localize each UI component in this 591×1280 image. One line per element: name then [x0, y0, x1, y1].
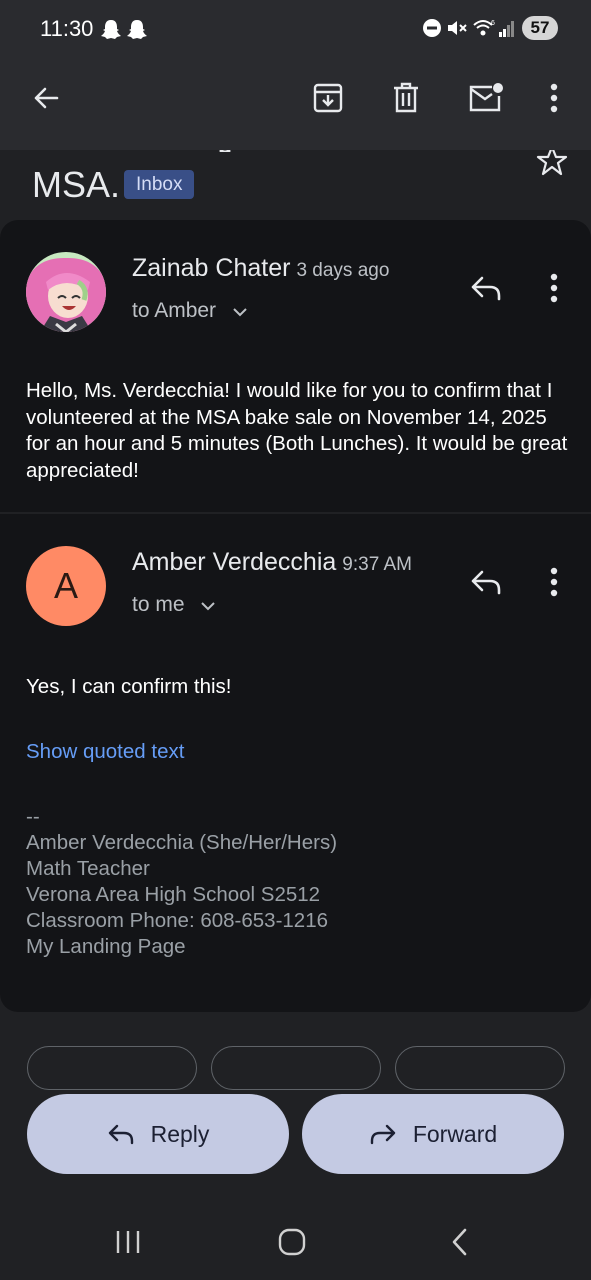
- message-time: 3 days ago: [296, 260, 390, 281]
- inbox-label-chip[interactable]: Inbox: [124, 170, 195, 199]
- message-card-zainab: Zainab Chater 3 days ago to Amber Hello, …: [0, 220, 591, 512]
- reply-icon: [471, 276, 501, 301]
- archive-button[interactable]: [304, 74, 352, 122]
- delete-button[interactable]: [382, 74, 430, 122]
- signature-title: Math Teacher: [26, 857, 150, 880]
- snapchat-icon: [101, 20, 121, 39]
- message-more-button[interactable]: [530, 264, 578, 312]
- more-options-button[interactable]: [530, 74, 578, 122]
- back-button[interactable]: [22, 74, 70, 122]
- sender-line: Zainab Chater 3 days ago: [132, 254, 389, 283]
- back-chevron-icon: [452, 1228, 467, 1256]
- app-bar: [0, 58, 591, 150]
- dnd-icon: [423, 19, 441, 37]
- svg-text:6: 6: [491, 20, 495, 27]
- message-more-button[interactable]: [530, 558, 578, 606]
- battery-indicator: 57: [522, 16, 558, 40]
- recipient-toggle[interactable]: to me: [132, 593, 216, 617]
- signature-name: Amber Verdecchia (She/Her/Hers): [26, 831, 338, 854]
- reply-inline-button[interactable]: [462, 264, 510, 312]
- avatar[interactable]: [26, 252, 106, 332]
- forward-button[interactable]: Forward: [302, 1094, 564, 1174]
- recipient-text: to me: [132, 593, 185, 616]
- more-vert-icon: [550, 567, 558, 597]
- recipient-toggle[interactable]: to Amber: [132, 299, 248, 323]
- status-bar: 11:30 6 57: [0, 0, 591, 58]
- subject-cutoff-text: [219, 150, 231, 152]
- recipient-text: to Amber: [132, 299, 217, 322]
- reply-button[interactable]: Reply: [27, 1094, 289, 1174]
- show-quoted-text-link[interactable]: Show quoted text: [26, 739, 571, 766]
- reply-inline-button[interactable]: [462, 558, 510, 606]
- message-time: 9:37 AM: [342, 554, 412, 575]
- signature-phone: Classroom Phone: 608-653-1216: [26, 909, 328, 932]
- message-card-amber: A Amber Verdecchia 9:37 AM to me Yes, I c…: [0, 514, 591, 1012]
- smart-reply-chip[interactable]: [395, 1046, 565, 1090]
- chevron-down-icon: [201, 602, 216, 611]
- more-vert-icon: [550, 83, 558, 113]
- mark-unread-button[interactable]: [460, 74, 512, 122]
- home-icon: [278, 1228, 306, 1256]
- archive-icon: [313, 83, 343, 113]
- star-icon[interactable]: [535, 150, 569, 178]
- chevron-down-icon: [233, 308, 247, 317]
- back-nav-button[interactable]: [430, 1214, 490, 1270]
- reply-icon: [108, 1124, 133, 1145]
- snapchat-icon: [127, 20, 147, 39]
- smart-reply-chip[interactable]: [27, 1046, 197, 1090]
- recents-button[interactable]: [98, 1214, 158, 1270]
- avatar[interactable]: A: [26, 546, 106, 626]
- smart-reply-chip[interactable]: [211, 1046, 381, 1090]
- forward-icon: [370, 1124, 396, 1145]
- wifi-6-icon: 6: [473, 20, 495, 36]
- signature-dashes: --: [26, 805, 40, 828]
- mute-icon: [448, 21, 467, 35]
- reply-icon: [471, 570, 501, 595]
- sender-line: Amber Verdecchia 9:37 AM: [132, 548, 412, 577]
- reply-label: Reply: [150, 1120, 210, 1147]
- sender-name: Amber Verdecchia: [132, 548, 337, 576]
- forward-label: Forward: [412, 1120, 498, 1147]
- system-nav-bar: [0, 1196, 591, 1280]
- anime-avatar-image: [26, 252, 106, 332]
- message-body: Yes, I can confirm this!: [26, 675, 232, 698]
- message-body: Hello, Ms. Verdecchia! I would like for …: [26, 379, 568, 482]
- status-time: 11:30: [40, 16, 94, 41]
- sender-name: Zainab Chater: [132, 254, 291, 282]
- subject-title: MSA.: [32, 164, 121, 205]
- home-button[interactable]: [262, 1214, 322, 1270]
- signal-icon: [499, 21, 514, 37]
- delete-icon: [394, 82, 418, 113]
- signature-school: Verona Area High School S2512: [26, 883, 321, 906]
- landing-page-link[interactable]: My Landing Page: [26, 934, 186, 961]
- mark-unread-icon: [469, 83, 503, 112]
- subject-header: MSA. Inbox: [0, 150, 591, 220]
- back-arrow-icon: [34, 87, 59, 109]
- more-vert-icon: [550, 273, 558, 303]
- recents-icon: [116, 1231, 140, 1253]
